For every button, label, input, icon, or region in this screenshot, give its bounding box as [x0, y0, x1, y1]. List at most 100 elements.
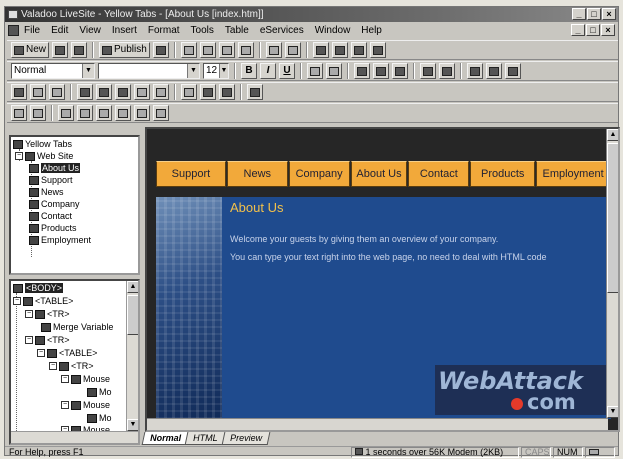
collapse-icon[interactable]: − [25, 336, 33, 344]
tree-page-contact[interactable]: Contact [29, 210, 72, 222]
tree-page-products[interactable]: Products [29, 222, 77, 234]
dom-node-table[interactable]: − <TABLE> [37, 347, 97, 359]
table-button[interactable] [331, 42, 348, 58]
maximize-button[interactable]: □ [587, 8, 601, 20]
insert-row-button[interactable] [58, 105, 74, 121]
redo-button[interactable] [284, 42, 301, 58]
doc-close-button[interactable]: × [601, 24, 615, 36]
component-button[interactable] [369, 42, 386, 58]
publish-button[interactable]: Publish [99, 42, 150, 58]
nav-tab-products[interactable]: Products [470, 161, 536, 187]
nav-tab-support[interactable]: Support [156, 161, 226, 187]
editor-hscrollbar[interactable] [147, 418, 608, 430]
highlight-button[interactable] [326, 63, 342, 79]
merge-cells-button[interactable] [134, 105, 150, 121]
back-button[interactable] [181, 84, 197, 100]
dom-node-body[interactable]: <BODY> [13, 282, 64, 294]
dom-node-mouseover-child[interactable]: Mo [87, 386, 112, 398]
tree-root[interactable]: Yellow Tabs [13, 138, 72, 150]
tree-page-news[interactable]: News [29, 186, 64, 198]
scroll-thumb[interactable] [607, 143, 618, 293]
dom-node-merge-variable[interactable]: Merge Variable [41, 321, 113, 333]
dom-node-mouseover[interactable]: − Mouse [61, 399, 110, 411]
underline-button[interactable]: U [279, 63, 295, 79]
cell-props-button[interactable] [30, 105, 46, 121]
italic-button[interactable]: I [260, 63, 276, 79]
insert-media-button[interactable] [134, 84, 150, 100]
delete-column-button[interactable] [115, 105, 131, 121]
dom-node-mouseover-child[interactable]: Mo [87, 412, 112, 424]
dom-node-mouseover[interactable]: − Mouse [61, 373, 110, 385]
page-editor[interactable]: Support News Company About Us Contact Pr… [145, 127, 620, 432]
insert-button-button[interactable] [77, 84, 93, 100]
doc-minimize-button[interactable]: _ [571, 24, 585, 36]
bullet-list-button[interactable] [420, 63, 436, 79]
tab-preview[interactable]: Preview [221, 432, 270, 445]
dom-node-tr[interactable]: − <TR> [25, 308, 70, 320]
tab-html[interactable]: HTML [184, 432, 226, 445]
delete-button[interactable] [237, 42, 254, 58]
insert-picture-button[interactable] [115, 84, 131, 100]
link-button[interactable] [200, 84, 216, 100]
text-color-button[interactable] [307, 63, 323, 79]
tree-page-company[interactable]: Company [29, 198, 80, 210]
collapse-icon[interactable]: − [37, 349, 45, 357]
menu-tools[interactable]: Tools [190, 25, 215, 36]
insert-radio-button[interactable] [96, 84, 112, 100]
doc-restore-button[interactable]: □ [586, 24, 600, 36]
tree-page-about-us[interactable]: About Us [29, 162, 81, 174]
scroll-down-icon[interactable]: ▼ [127, 419, 138, 431]
scroll-thumb[interactable] [127, 295, 138, 335]
dom-tree-scrollbar[interactable]: ▲ ▼ [126, 281, 138, 431]
scroll-up-icon[interactable]: ▲ [127, 281, 138, 293]
content-paragraph[interactable]: Welcome your guests by giving them an ov… [230, 234, 498, 244]
tree-web-site[interactable]: − Web Site [15, 150, 73, 162]
outdent-button[interactable] [467, 63, 483, 79]
split-cells-button[interactable] [153, 105, 169, 121]
menu-eservices[interactable]: eServices [259, 25, 305, 36]
menu-table[interactable]: Table [224, 25, 250, 36]
new-button[interactable]: New [11, 42, 50, 58]
nav-tab-news[interactable]: News [226, 161, 288, 187]
editor-scrollbar[interactable]: ▲ ▼ [606, 129, 618, 418]
dom-node-tr[interactable]: − <TR> [25, 334, 70, 346]
collapse-icon[interactable]: − [13, 297, 21, 305]
collapse-icon[interactable]: − [61, 375, 69, 383]
collapse-icon[interactable]: − [15, 152, 23, 160]
collapse-icon[interactable]: − [49, 362, 57, 370]
delete-row-button[interactable] [96, 105, 112, 121]
indent-button[interactable] [486, 63, 502, 79]
document-icon[interactable] [8, 25, 19, 36]
align-right-button[interactable] [392, 63, 408, 79]
menu-window[interactable]: Window [314, 25, 352, 36]
menu-help[interactable]: Help [360, 25, 383, 36]
undo-button[interactable] [265, 42, 282, 58]
paste-button[interactable] [218, 42, 235, 58]
menu-file[interactable]: File [23, 25, 41, 36]
menu-view[interactable]: View [78, 25, 102, 36]
align-left-button[interactable] [354, 63, 370, 79]
nav-tab-employment[interactable]: Employment [536, 161, 610, 187]
scroll-down-icon[interactable]: ▼ [607, 406, 618, 418]
properties-button[interactable] [312, 42, 329, 58]
insert-line-button[interactable] [49, 84, 65, 100]
menu-insert[interactable]: Insert [111, 25, 138, 36]
spell-check-button[interactable] [505, 63, 521, 79]
content-heading[interactable]: About Us [230, 200, 283, 215]
bookmark-button[interactable] [219, 84, 235, 100]
font-select[interactable]: ▼ [98, 63, 200, 79]
numbered-list-button[interactable] [439, 63, 455, 79]
image-button[interactable] [350, 42, 367, 58]
save-button[interactable] [71, 42, 88, 58]
menu-format[interactable]: Format [147, 25, 181, 36]
dom-node-tr[interactable]: − <TR> [49, 360, 94, 372]
editor-vscroll-track[interactable]: ▲ ▼ [607, 129, 618, 418]
font-size-select[interactable]: 12 ▼ [203, 63, 229, 79]
insert-form-button[interactable] [11, 84, 27, 100]
close-button[interactable]: × [602, 8, 616, 20]
tree-page-support[interactable]: Support [29, 174, 73, 186]
menu-edit[interactable]: Edit [50, 25, 69, 36]
content-paragraph[interactable]: You can type your text right into the we… [230, 252, 547, 262]
nav-tab-company[interactable]: Company [288, 161, 350, 187]
dom-node-table[interactable]: − <TABLE> [13, 295, 73, 307]
